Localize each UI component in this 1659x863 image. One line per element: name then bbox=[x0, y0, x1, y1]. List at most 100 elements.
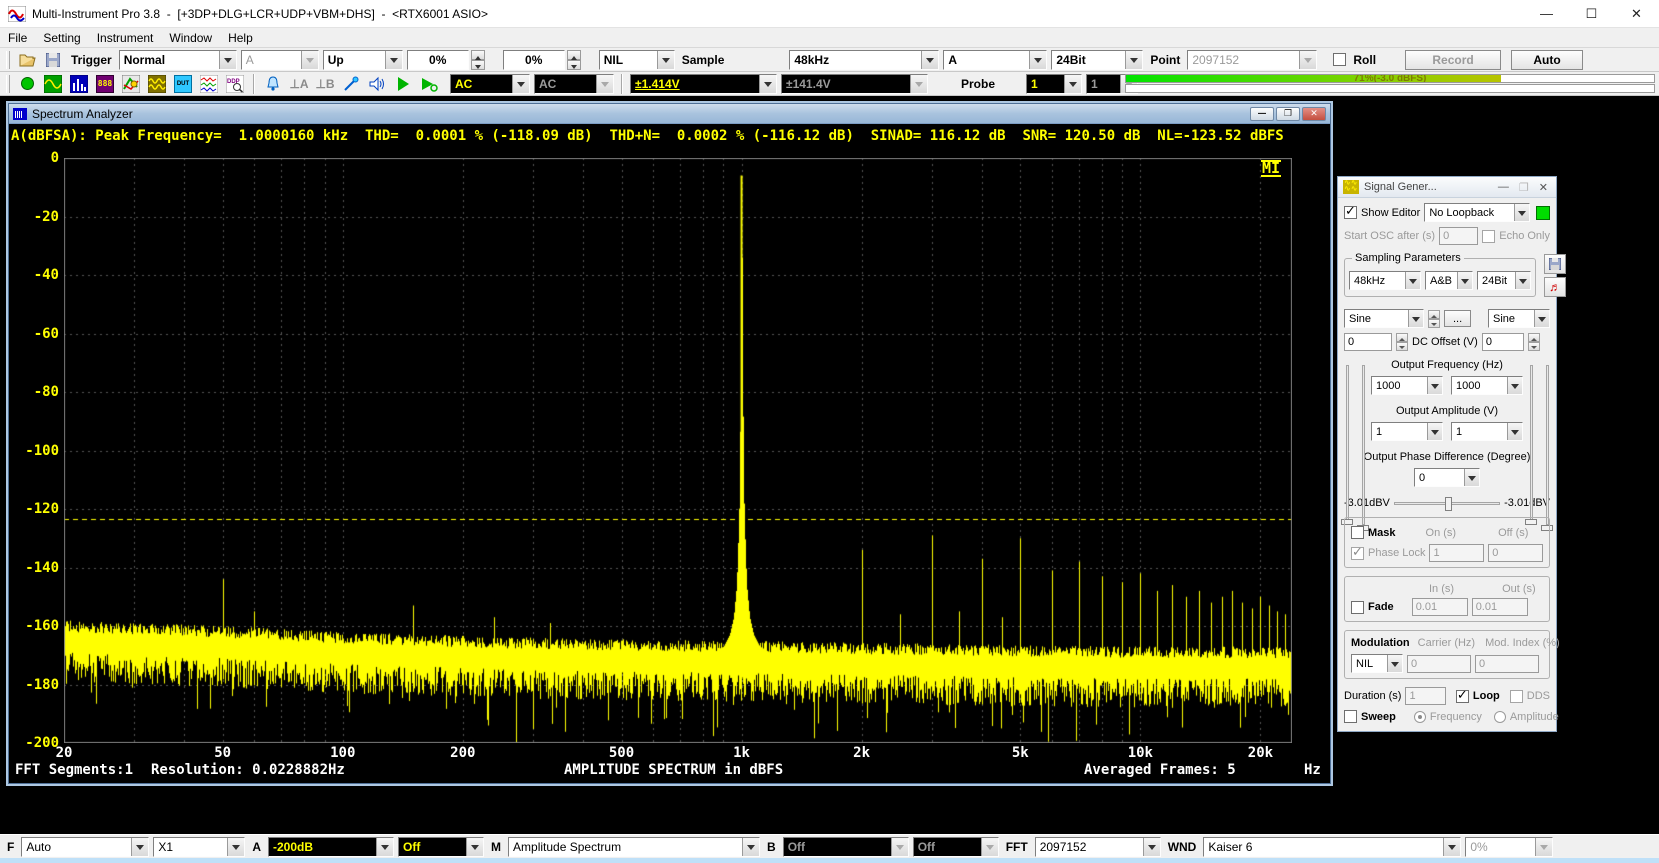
sound-output-icon[interactable] bbox=[366, 73, 388, 95]
chevron-down-icon[interactable] bbox=[227, 838, 244, 856]
frequency-axis-select[interactable]: Auto bbox=[21, 837, 149, 857]
maximize-button[interactable]: ☐ bbox=[1569, 0, 1614, 28]
spectrum-minimize-button[interactable]: — bbox=[1250, 107, 1274, 121]
fft-size-select[interactable]: 2097152 bbox=[1035, 837, 1161, 857]
spectrum-plot[interactable] bbox=[64, 158, 1292, 743]
menu-instrument[interactable]: Instrument bbox=[89, 29, 162, 47]
frequency-a-select[interactable]: 1000 bbox=[1371, 376, 1443, 395]
chevron-down-icon[interactable] bbox=[1507, 377, 1522, 394]
menu-setting[interactable]: Setting bbox=[35, 29, 88, 47]
frequency-b-select[interactable]: 1000 bbox=[1451, 376, 1523, 395]
chevron-down-icon[interactable] bbox=[1405, 272, 1420, 289]
a-range-select[interactable]: -200dB bbox=[268, 837, 394, 857]
chevron-down-icon[interactable] bbox=[921, 51, 938, 69]
chevron-down-icon[interactable] bbox=[131, 838, 148, 856]
siggen-titlebar[interactable]: Signal Gener... — ❐ ✕ bbox=[1338, 177, 1556, 198]
chevron-down-icon[interactable] bbox=[1457, 272, 1472, 289]
chevron-down-icon[interactable] bbox=[1507, 423, 1522, 440]
dc-offset-b-input[interactable]: 0 bbox=[1482, 333, 1524, 351]
siggen-channels-select[interactable]: A&B bbox=[1425, 271, 1473, 290]
fade-checkbox[interactable] bbox=[1351, 601, 1364, 614]
calibration-probe-icon[interactable] bbox=[340, 73, 362, 95]
play-icon[interactable] bbox=[392, 73, 414, 95]
a-shift-select[interactable]: Off bbox=[398, 837, 484, 857]
amplitude-slider-a2[interactable] bbox=[1362, 365, 1365, 525]
roll-checkbox[interactable] bbox=[1333, 53, 1346, 66]
chevron-down-icon[interactable] bbox=[466, 838, 483, 856]
spectrum-3d-plot-icon[interactable] bbox=[120, 73, 142, 95]
chevron-down-icon[interactable] bbox=[742, 838, 759, 856]
chevron-down-icon[interactable] bbox=[1064, 75, 1081, 93]
slider-handle[interactable] bbox=[1445, 497, 1452, 511]
mask-checkbox[interactable] bbox=[1351, 526, 1364, 539]
more-waveform-button[interactable]: ... bbox=[1444, 310, 1471, 327]
waveform-b-select[interactable]: Sine bbox=[1488, 309, 1550, 328]
close-button[interactable]: ✕ bbox=[1614, 0, 1659, 28]
siggen-bits-select[interactable]: 24Bit bbox=[1477, 271, 1531, 290]
amplitude-slider-a1[interactable] bbox=[1346, 365, 1349, 525]
spectrum-close-button[interactable]: ✕ bbox=[1302, 107, 1326, 121]
play-record-icon[interactable] bbox=[418, 73, 440, 95]
output-on-indicator[interactable] bbox=[1536, 206, 1550, 220]
window-function-select[interactable]: Kaiser 6 bbox=[1203, 837, 1461, 857]
balance-slider[interactable] bbox=[1394, 502, 1500, 505]
chevron-down-icon[interactable] bbox=[512, 75, 529, 93]
siggen-close-button[interactable]: ✕ bbox=[1539, 181, 1548, 194]
chevron-down-icon[interactable] bbox=[1515, 272, 1530, 289]
spectrum-maximize-button[interactable]: ❐ bbox=[1276, 107, 1300, 121]
chevron-down-icon[interactable] bbox=[376, 838, 393, 856]
bit-depth-select[interactable]: 24Bit bbox=[1051, 50, 1143, 70]
up-down-buttons[interactable] bbox=[471, 50, 485, 70]
device-test-plan-icon[interactable]: DUT bbox=[172, 73, 194, 95]
chevron-down-icon[interactable] bbox=[1427, 423, 1442, 440]
trigger-hpf-select[interactable]: NIL bbox=[599, 50, 675, 70]
show-editor-checkbox[interactable] bbox=[1344, 206, 1357, 219]
trigger-mode-select[interactable]: Normal bbox=[119, 50, 237, 70]
derived-data-curve-icon[interactable] bbox=[198, 73, 220, 95]
save-panel-setting-icon[interactable] bbox=[42, 49, 64, 71]
x-zoom-select[interactable]: X1 bbox=[153, 837, 245, 857]
amplitude-a-select[interactable]: 1 bbox=[1371, 422, 1443, 441]
sample-channel-select[interactable]: A bbox=[943, 50, 1047, 70]
range-a-select[interactable]: ±1.414V bbox=[630, 74, 777, 94]
dc-offset-a-input[interactable]: 0 bbox=[1344, 333, 1392, 351]
trigger-delay-stepper[interactable]: 0% bbox=[503, 50, 581, 70]
chevron-down-icon[interactable] bbox=[1427, 377, 1442, 394]
sweep-checkbox[interactable] bbox=[1344, 710, 1357, 723]
chevron-down-icon[interactable] bbox=[1464, 469, 1479, 486]
chevron-down-icon[interactable] bbox=[1514, 204, 1529, 221]
ddp-viewer-icon[interactable]: DDP bbox=[224, 73, 246, 95]
trigger-edge-select[interactable]: Up bbox=[323, 50, 403, 70]
amplitude-b-select[interactable]: 1 bbox=[1451, 422, 1523, 441]
dc-offset-b-stepper[interactable] bbox=[1528, 333, 1540, 351]
waveform-a-select[interactable]: Sine bbox=[1344, 309, 1424, 328]
waveform-a-stepper[interactable] bbox=[1428, 310, 1440, 328]
chevron-down-icon[interactable] bbox=[385, 51, 402, 69]
siggen-maximize-button[interactable]: ❐ bbox=[1519, 181, 1529, 194]
chevron-down-icon[interactable] bbox=[1408, 310, 1423, 327]
trigger-level-stepper[interactable]: 0% bbox=[407, 50, 485, 70]
menu-file[interactable]: File bbox=[0, 29, 35, 47]
dc-offset-a-stepper[interactable] bbox=[1396, 333, 1408, 351]
music-notes-button[interactable]: ♬ bbox=[1544, 277, 1566, 297]
loop-checkbox[interactable] bbox=[1456, 690, 1469, 703]
chevron-down-icon[interactable] bbox=[759, 75, 776, 93]
chevron-down-icon[interactable] bbox=[1534, 310, 1549, 327]
open-panel-setting-icon[interactable] bbox=[16, 49, 38, 71]
minimize-button[interactable]: — bbox=[1524, 0, 1569, 28]
signal-generator-icon[interactable] bbox=[146, 73, 168, 95]
coupling-a-select[interactable]: AC bbox=[450, 74, 530, 94]
chevron-down-icon[interactable] bbox=[1029, 51, 1046, 69]
sample-rate-select[interactable]: 48kHz bbox=[789, 50, 939, 70]
marker-b-icon[interactable]: ⊥B bbox=[314, 73, 336, 95]
siggen-rate-select[interactable]: 48kHz bbox=[1349, 271, 1421, 290]
chevron-down-icon[interactable] bbox=[657, 51, 674, 69]
alarm-bell-icon[interactable] bbox=[262, 73, 284, 95]
chevron-down-icon[interactable] bbox=[1125, 51, 1142, 69]
view-mode-select[interactable]: Amplitude Spectrum bbox=[508, 837, 760, 857]
siggen-minimize-button[interactable]: — bbox=[1498, 181, 1509, 194]
up-down-buttons[interactable] bbox=[567, 50, 581, 70]
chevron-down-icon[interactable] bbox=[1443, 838, 1460, 856]
chevron-down-icon[interactable] bbox=[1143, 838, 1160, 856]
chevron-down-icon[interactable] bbox=[219, 51, 236, 69]
